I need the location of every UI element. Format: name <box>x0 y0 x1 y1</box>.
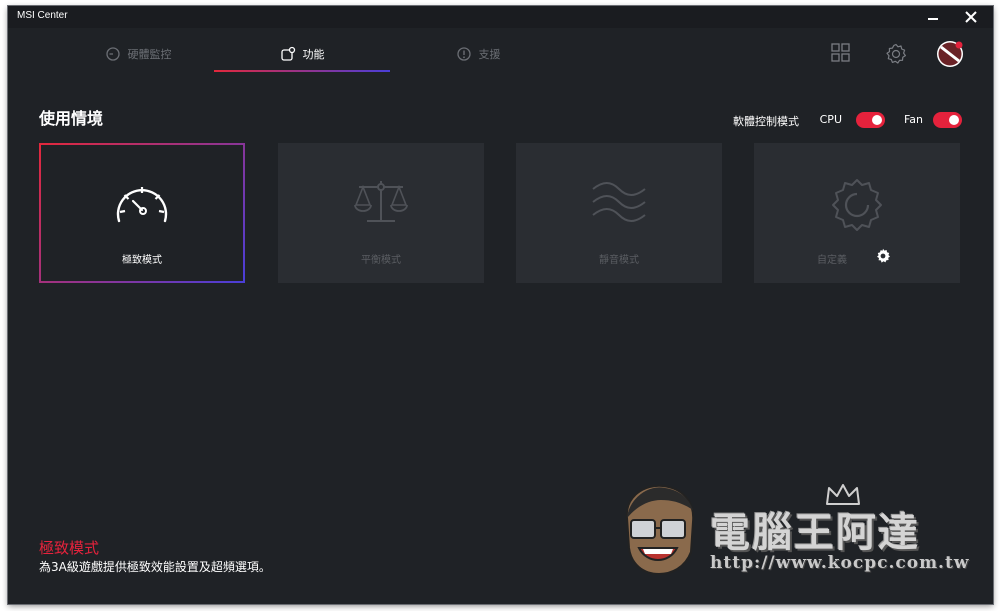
watermark-text: 電腦王阿達 <box>710 510 920 556</box>
tab-hardware-monitor[interactable]: 硬體監控 <box>68 36 208 72</box>
cpu-toggle[interactable] <box>856 112 885 128</box>
gauge-circle-icon <box>105 47 120 61</box>
msi-center-window: MSI Center 硬體監控 功能 支援 使用情境 軟體控制模式 CPU Fa… <box>8 6 993 604</box>
close-icon <box>965 11 977 23</box>
mode-description-title: 極致模式 <box>39 539 100 557</box>
tab-label: 硬體監控 <box>127 48 172 61</box>
close-button[interactable] <box>961 8 981 26</box>
mascot-face-icon <box>625 484 695 576</box>
custom-settings-button[interactable] <box>875 248 891 268</box>
settings-button[interactable] <box>884 42 908 70</box>
cpu-label: CPU <box>819 113 842 126</box>
watermark: 電腦王阿達 http://www.kocpc.com.tw <box>615 478 970 578</box>
software-control-mode-label: 軟體控制模式 <box>733 115 799 128</box>
grid-icon <box>831 43 850 62</box>
balance-scale-icon <box>351 177 411 231</box>
mode-card-balanced[interactable]: 平衡模式 <box>278 143 484 283</box>
fan-label: Fan <box>903 113 923 126</box>
mode-label: 平衡模式 <box>361 255 401 266</box>
feature-icon <box>280 46 295 61</box>
mode-card-custom[interactable]: 自定義 <box>754 143 960 283</box>
toggle-knob <box>949 115 959 125</box>
watermark-url: http://www.kocpc.com.tw <box>710 553 970 573</box>
minimize-button[interactable] <box>923 8 943 26</box>
support-icon <box>456 47 471 61</box>
tab-label: 功能 <box>302 48 325 61</box>
tab-features[interactable]: 功能 <box>232 36 372 72</box>
avatar <box>937 41 963 67</box>
mode-card-silent[interactable]: 靜音模式 <box>516 143 722 283</box>
tab-support[interactable]: 支援 <box>408 36 548 72</box>
user-avatar[interactable] <box>935 39 965 73</box>
mode-label: 極致模式 <box>122 255 162 266</box>
fan-toggle[interactable] <box>933 112 962 128</box>
wave-icon <box>589 177 649 231</box>
settings-icon <box>886 43 906 64</box>
speedometer-icon <box>112 179 172 233</box>
gear-icon <box>827 177 887 237</box>
minimize-icon <box>928 18 938 20</box>
settings-gear-icon <box>877 248 890 263</box>
grid-view-button[interactable] <box>830 42 852 68</box>
page-title: 使用情境 <box>39 109 104 128</box>
mode-card-extreme[interactable]: 極致模式 <box>39 143 245 283</box>
tab-label: 支援 <box>478 48 501 61</box>
mode-label: 靜音模式 <box>599 255 639 266</box>
mode-description-text: 為3A級遊戲提供極致效能設置及超頻選項。 <box>39 560 271 574</box>
active-tab-indicator <box>214 70 390 72</box>
toggle-knob <box>872 115 882 125</box>
app-title: MSI Center <box>17 10 68 21</box>
title-bar: MSI Center <box>8 6 993 28</box>
